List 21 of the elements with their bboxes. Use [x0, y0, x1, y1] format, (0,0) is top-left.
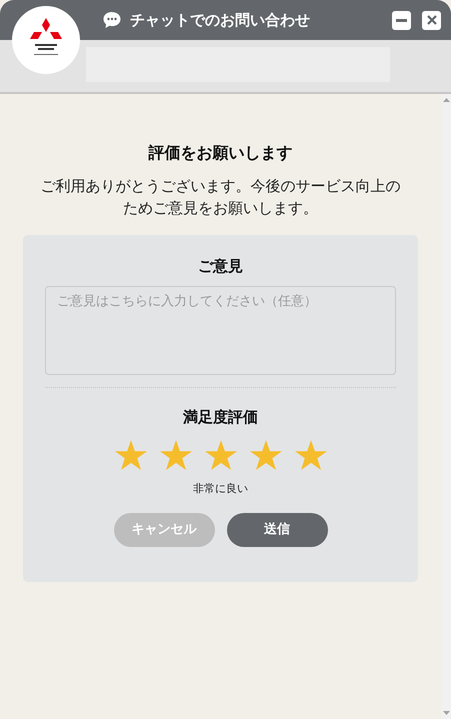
star-rating[interactable]	[114, 440, 326, 471]
rating-caption: 非常に良い	[193, 481, 248, 497]
rating-label: 満足度評価	[183, 406, 258, 428]
minimize-icon	[396, 18, 407, 22]
submit-button[interactable]: 送信	[226, 512, 328, 546]
survey-description: ご利用ありがとうございます。今後のサービス向上のためご意見をお願いします。	[40, 176, 402, 219]
close-button[interactable]	[422, 10, 441, 30]
star-icon[interactable]	[294, 440, 326, 471]
star-icon[interactable]	[160, 440, 192, 471]
survey-title: 評価をお願いします	[148, 142, 292, 164]
chat-bubble-icon	[102, 10, 122, 30]
scroll-up-icon[interactable]	[442, 98, 450, 102]
close-icon	[426, 15, 436, 25]
scroll-down-icon[interactable]	[442, 711, 450, 715]
star-icon[interactable]	[204, 440, 236, 471]
star-icon[interactable]	[250, 440, 282, 471]
window-title: チャットでのお問い合わせ	[130, 10, 310, 31]
feedback-input[interactable]: ご意見はこちらに入力してください（任意）	[45, 286, 396, 374]
star-icon[interactable]	[114, 440, 146, 471]
minimize-button[interactable]	[392, 10, 411, 30]
feedback-label: ご意見	[198, 256, 243, 277]
